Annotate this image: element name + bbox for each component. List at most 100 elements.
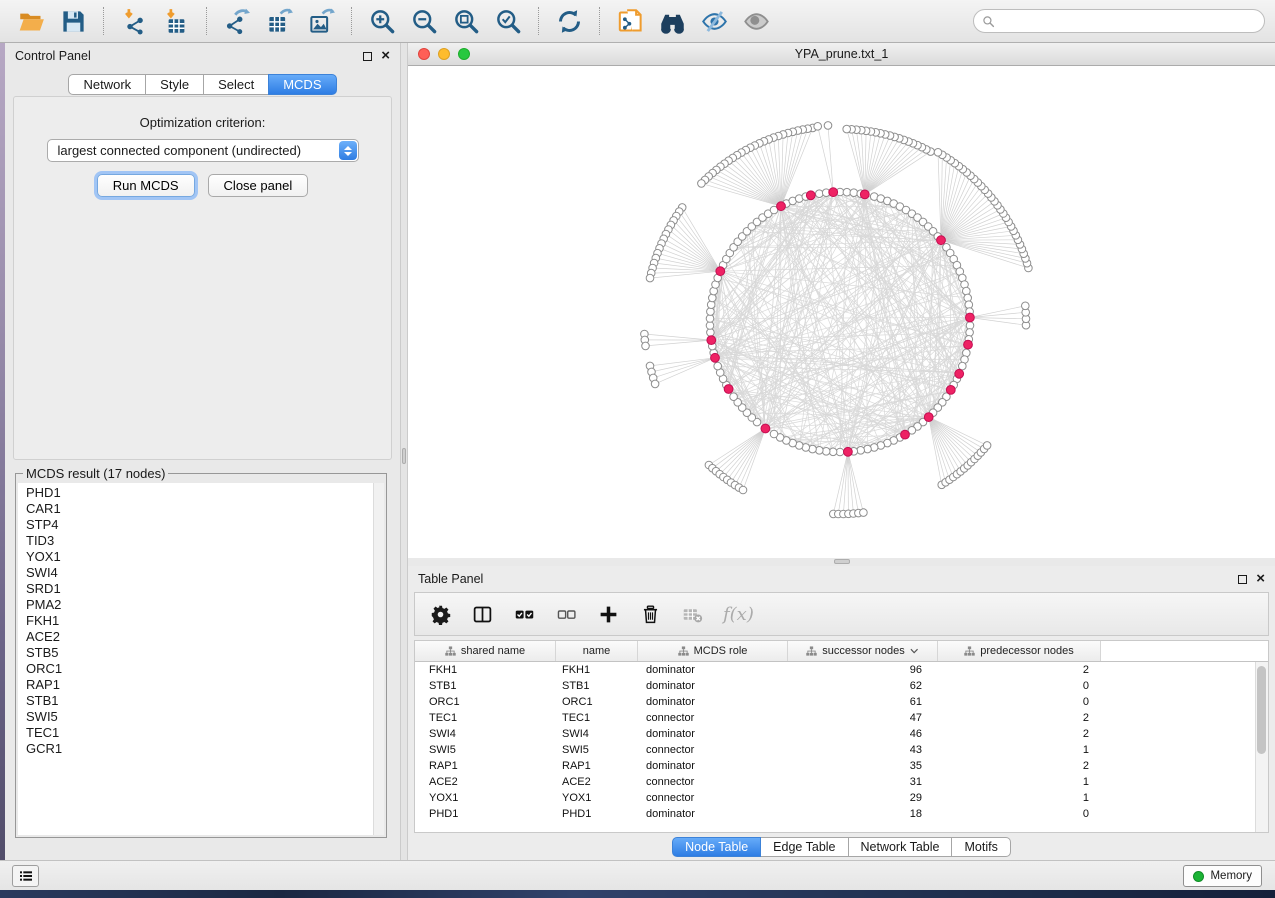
binoculars-button[interactable] (657, 6, 687, 36)
save-session-button[interactable] (58, 6, 88, 36)
close-panel-icon[interactable]: × (1256, 574, 1265, 584)
table-cell: RAP1 (556, 758, 638, 774)
run-mcds-button[interactable]: Run MCDS (97, 174, 195, 197)
mcds-list-scrollbar[interactable] (373, 483, 384, 835)
float-panel-icon[interactable] (1238, 575, 1247, 584)
table-row[interactable]: PHD1PHD1dominator180 (415, 806, 1268, 822)
splitter-handle[interactable] (402, 448, 406, 464)
table-panel-header: Table Panel × (408, 566, 1275, 592)
mcds-node-item[interactable]: ORC1 (26, 661, 384, 677)
mcds-result-list[interactable]: PHD1CAR1STP4TID3YOX1SWI4SRD1PMA2FKH1ACE2… (18, 483, 384, 835)
zoom-selected-button[interactable] (493, 6, 523, 36)
mcds-node-item[interactable]: STB5 (26, 645, 384, 661)
clone-network-button[interactable] (615, 6, 645, 36)
vertical-splitter[interactable] (400, 43, 408, 860)
tab-mcds[interactable]: MCDS (268, 74, 336, 95)
table-cell: PHD1 (556, 806, 638, 822)
close-panel-icon[interactable]: × (381, 51, 390, 61)
select-all-button[interactable] (513, 603, 535, 625)
export-network-button[interactable] (222, 6, 252, 36)
splitter-handle[interactable] (834, 559, 850, 564)
tab-network-table[interactable]: Network Table (848, 837, 953, 857)
table-row[interactable]: STB1STB1dominator620 (415, 678, 1268, 694)
column-header-shared-name[interactable]: shared name (415, 641, 556, 661)
column-header-name[interactable]: name (556, 641, 638, 661)
deselect-all-icon (556, 604, 577, 625)
tab-network[interactable]: Network (68, 74, 146, 95)
mcds-node-item[interactable]: TID3 (26, 533, 384, 549)
delete-column-button[interactable] (639, 603, 661, 625)
mcds-node-item[interactable]: SRD1 (26, 581, 384, 597)
open-file-button[interactable] (16, 6, 46, 36)
float-panel-icon[interactable] (363, 52, 372, 61)
deselect-all-button[interactable] (555, 603, 577, 625)
table-cell: 35 (788, 758, 938, 774)
mcds-node-item[interactable]: PHD1 (26, 485, 384, 501)
close-panel-button[interactable]: Close panel (208, 174, 309, 197)
tab-node-table[interactable]: Node Table (672, 837, 761, 857)
table-row[interactable]: SWI4SWI4dominator462 (415, 726, 1268, 742)
show-graphics-details-button[interactable] (741, 6, 771, 36)
search-field[interactable] (973, 9, 1265, 33)
table-cell: SWI4 (415, 726, 556, 742)
open-file-icon (18, 8, 45, 35)
tab-motifs[interactable]: Motifs (951, 837, 1010, 857)
mcds-node-item[interactable]: SWI4 (26, 565, 384, 581)
mcds-node-item[interactable]: SWI5 (26, 709, 384, 725)
mcds-node-item[interactable]: STP4 (26, 517, 384, 533)
search-input[interactable] (995, 11, 1264, 31)
table-cell: dominator (638, 806, 788, 822)
table-row[interactable]: ORC1ORC1dominator610 (415, 694, 1268, 710)
refresh-layout-button[interactable] (554, 6, 584, 36)
zoom-fit-button[interactable] (451, 6, 481, 36)
tab-edge-table[interactable]: Edge Table (760, 837, 848, 857)
mcds-node-item[interactable]: ACE2 (26, 629, 384, 645)
table-cell: SWI5 (556, 742, 638, 758)
mcds-node-item[interactable]: GCR1 (26, 741, 384, 757)
table-cell: STB1 (415, 678, 556, 694)
zoom-in-button[interactable] (367, 6, 397, 36)
import-table-button[interactable] (161, 6, 191, 36)
export-table-button[interactable] (264, 6, 294, 36)
table-cell: 2 (938, 662, 1101, 678)
mcds-node-item[interactable]: CAR1 (26, 501, 384, 517)
table-scrollbar-thumb[interactable] (1257, 666, 1266, 754)
network-canvas[interactable] (408, 66, 1275, 558)
mcds-node-item[interactable]: PMA2 (26, 597, 384, 613)
network-view-window: YPA_prune.txt_1 (408, 43, 1275, 566)
tab-style[interactable]: Style (145, 74, 204, 95)
table-row[interactable]: YOX1YOX1connector291 (415, 790, 1268, 806)
mcds-node-item[interactable]: RAP1 (26, 677, 384, 693)
column-header-predecessor-nodes[interactable]: predecessor nodes (938, 641, 1101, 661)
table-row[interactable]: RAP1RAP1dominator352 (415, 758, 1268, 774)
import-table-icon (163, 8, 190, 35)
table-cell: 46 (788, 726, 938, 742)
table-row[interactable]: TEC1TEC1connector472 (415, 710, 1268, 726)
tab-select[interactable]: Select (203, 74, 269, 95)
mcds-node-item[interactable]: YOX1 (26, 549, 384, 565)
network-graph[interactable] (408, 66, 1275, 558)
zoom-out-button[interactable] (409, 6, 439, 36)
mcds-node-item[interactable]: FKH1 (26, 613, 384, 629)
mcds-node-item[interactable]: TEC1 (26, 725, 384, 741)
column-header-successor-nodes[interactable]: successor nodes (788, 641, 938, 661)
table-cell: connector (638, 710, 788, 726)
table-row[interactable]: SWI5SWI5connector431 (415, 742, 1268, 758)
gear-button[interactable] (429, 603, 451, 625)
task-history-button[interactable] (12, 865, 39, 887)
columns-button[interactable] (471, 603, 493, 625)
column-header-MCDS-role[interactable]: MCDS role (638, 641, 788, 661)
table-row[interactable]: FKH1FKH1dominator962 (415, 662, 1268, 678)
toolbar-separator (103, 7, 104, 35)
memory-button[interactable]: Memory (1183, 865, 1262, 887)
add-column-button[interactable] (597, 603, 619, 625)
criterion-select[interactable]: largest connected component (undirected) (47, 139, 359, 162)
mcds-node-item[interactable]: STB1 (26, 693, 384, 709)
export-image-button[interactable] (306, 6, 336, 36)
hide-graphics-details-button[interactable] (699, 6, 729, 36)
gear-icon (430, 604, 451, 625)
horizontal-splitter[interactable] (408, 558, 1275, 566)
import-network-button[interactable] (119, 6, 149, 36)
table-row[interactable]: ACE2ACE2connector311 (415, 774, 1268, 790)
table-scrollbar[interactable] (1255, 662, 1268, 832)
